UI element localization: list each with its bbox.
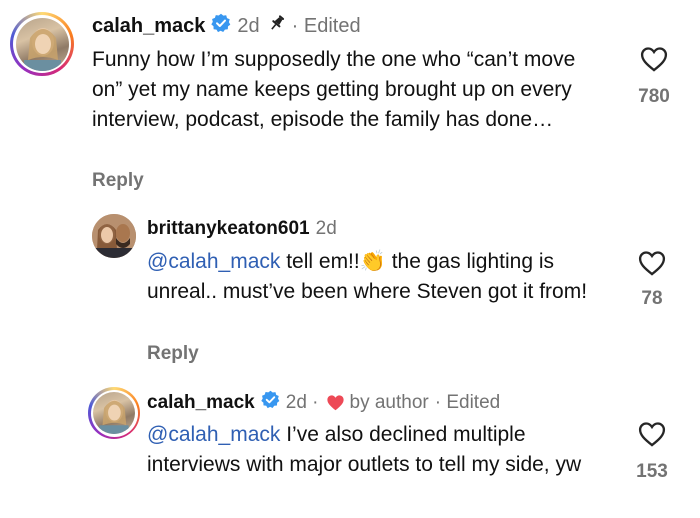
username[interactable]: calah_mack <box>92 15 205 38</box>
comment-text: @calah_mack tell em!!👏 the gas lighting … <box>147 250 588 303</box>
comment-text: Funny how I’m supposedly the one who “ca… <box>92 48 576 131</box>
heart-icon[interactable] <box>626 421 678 449</box>
verified-badge-icon <box>211 13 231 39</box>
username[interactable]: brittanykeaton601 <box>147 218 310 240</box>
like-count: 78 <box>641 288 663 309</box>
pin-icon <box>268 14 286 38</box>
avatar[interactable] <box>88 387 140 439</box>
like-control: 153 <box>626 421 678 483</box>
liked-by-author-label: by author <box>349 391 429 413</box>
edited-label: · Edited <box>434 391 501 413</box>
comment-text: @calah_mack I’ve also declined multiple … <box>147 423 582 476</box>
reply-button[interactable]: Reply <box>147 343 199 365</box>
timestamp: 2d · <box>285 391 319 413</box>
mention-link[interactable]: @calah_mack <box>147 423 280 446</box>
verified-badge-icon <box>261 390 280 415</box>
comment-header: calah_mack 2d · by author · Edited <box>147 390 500 415</box>
like-control: 780 <box>628 46 680 108</box>
heart-icon[interactable] <box>626 250 678 278</box>
timestamp: 2d <box>237 14 260 37</box>
comment-header: calah_mack 2d · Edited <box>92 13 361 39</box>
clapping-hands-icon: 👏 <box>359 250 386 273</box>
avatar[interactable] <box>10 12 74 76</box>
mention-link[interactable]: @calah_mack <box>147 250 280 273</box>
heart-filled-icon <box>326 394 345 412</box>
heart-icon[interactable] <box>628 46 680 74</box>
username[interactable]: calah_mack <box>147 392 255 414</box>
edited-label: · Edited <box>291 14 361 37</box>
like-control: 78 <box>626 250 678 310</box>
timestamp: 2d <box>315 218 337 239</box>
comment-header: brittanykeaton601 2d <box>147 218 337 240</box>
like-count: 153 <box>636 461 668 482</box>
like-count: 780 <box>638 86 670 107</box>
reply-button[interactable]: Reply <box>92 170 144 192</box>
avatar[interactable] <box>92 214 136 258</box>
